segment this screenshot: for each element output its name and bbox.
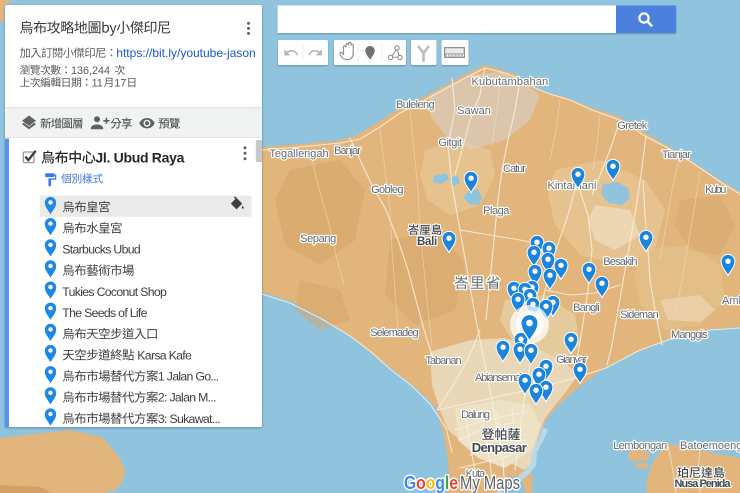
svg-text:Plaga: Plaga <box>483 205 510 217</box>
svg-text:My Maps: My Maps <box>460 472 520 493</box>
svg-text:Tabanan: Tabanan <box>425 355 461 367</box>
svg-text:Manggis: Manggis <box>671 329 708 341</box>
svg-text:Jl. Ubud Raya: Jl. Ubud Raya <box>95 150 184 166</box>
svg-text:Buleleng: Buleleng <box>396 99 434 111</box>
svg-text:Denpasar: Denpasar <box>472 440 527 455</box>
svg-text:Bangli: Bangli <box>573 302 599 314</box>
svg-text:1 Jalan Go...: 1 Jalan Go... <box>158 370 219 384</box>
svg-text:https://bit.ly/youtube-jason: https://bit.ly/youtube-jason <box>116 46 255 60</box>
svg-text:Tegallengah: Tegallengah <box>269 148 328 160</box>
svg-text:Karsa Kafe: Karsa Kafe <box>137 348 192 362</box>
svg-text:Sepang: Sepang <box>300 233 336 245</box>
svg-text:Lembongan: Lembongan <box>613 440 667 452</box>
svg-text:11: 11 <box>92 77 103 89</box>
svg-text:Gobleg: Gobleg <box>371 184 403 196</box>
svg-text:Catur: Catur <box>503 163 526 175</box>
svg-text:Gitgit: Gitgit <box>438 137 462 149</box>
svg-text:Kintamani: Kintamani <box>548 180 597 192</box>
svg-text:Starbucks Ubud: Starbucks Ubud <box>62 243 141 257</box>
svg-text:Kubu: Kubu <box>705 184 726 196</box>
svg-text:2: Jalan M...: 2: Jalan M... <box>158 391 216 405</box>
svg-text:Selemadeg: Selemadeg <box>370 327 418 339</box>
svg-text:Batoemoengg: Batoemoengg <box>680 440 740 452</box>
svg-text:Sawan: Sawan <box>457 105 491 117</box>
svg-text:Google: Google <box>404 472 458 493</box>
svg-text:Dalung: Dalung <box>461 409 490 421</box>
svg-text:136,244: 136,244 <box>71 65 110 77</box>
svg-text:Besakih: Besakih <box>603 256 637 268</box>
svg-text:Tianjar: Tianjar <box>662 149 691 161</box>
svg-text:Sideman: Sideman <box>620 309 658 321</box>
svg-text:Gretek: Gretek <box>617 120 648 132</box>
svg-text:Amlap: Amlap <box>722 295 740 307</box>
svg-text:Abiansemal: Abiansemal <box>475 372 522 384</box>
svg-text:Tukies Coconut Shop: Tukies Coconut Shop <box>62 285 167 299</box>
svg-text:The Seeds of Life: The Seeds of Life <box>62 306 147 320</box>
svg-text:Nusa Penida: Nusa Penida <box>674 478 731 490</box>
svg-text:17: 17 <box>114 77 126 89</box>
svg-text:Bali: Bali <box>417 236 437 248</box>
svg-text:Banjar: Banjar <box>334 145 361 157</box>
svg-text:Kubutambahan: Kubutambahan <box>471 76 548 88</box>
svg-text:3: Sukawat...: 3: Sukawat... <box>158 412 220 426</box>
